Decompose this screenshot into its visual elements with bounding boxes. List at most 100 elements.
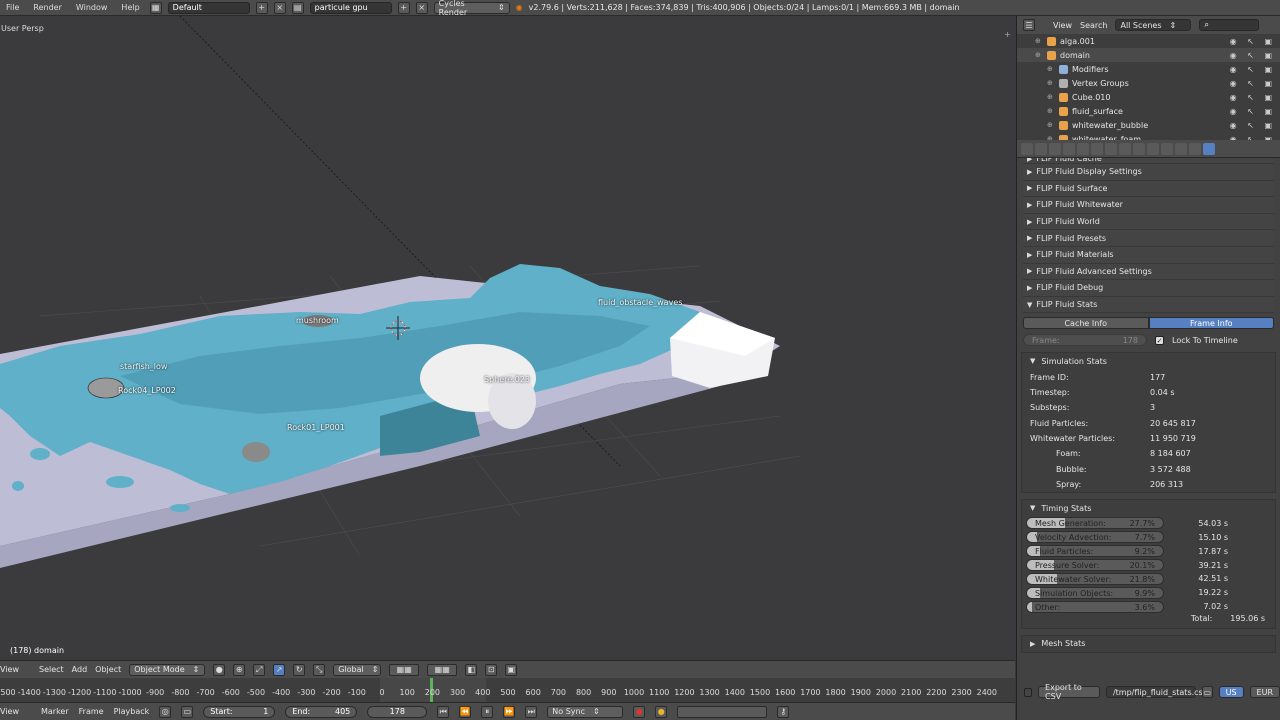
collapsed-panel-header[interactable]: ▶ FLIP Fluid Presets bbox=[1023, 230, 1274, 247]
close-layout-icon[interactable]: × bbox=[273, 1, 286, 14]
manipulator-icon[interactable]: ⤢ bbox=[253, 663, 266, 676]
expand-icon[interactable]: ⊕ bbox=[1047, 79, 1055, 87]
insert-key-icon[interactable]: ⚷ bbox=[777, 705, 790, 718]
visibility-icons[interactable]: ◉ ↖ ▣ bbox=[1230, 37, 1276, 46]
timeline[interactable]: -1500-1400-1300-1200-1100-1000-900-800-7… bbox=[0, 678, 1015, 702]
layout-field[interactable]: Default bbox=[167, 1, 250, 14]
sync-select[interactable]: No Sync ⇕ bbox=[547, 705, 624, 718]
lock-icon[interactable]: ◧ bbox=[465, 663, 478, 676]
timing-stats-header[interactable]: ▼ Timing Stats bbox=[1022, 500, 1275, 516]
expand-icon[interactable]: ⊕ bbox=[1035, 37, 1043, 45]
3d-viewport[interactable]: User Persp starfish_low Rock04_LP002 Roc… bbox=[0, 16, 1015, 660]
tl-frame-menu[interactable]: Frame bbox=[79, 707, 104, 716]
menu-render[interactable]: Render bbox=[29, 3, 65, 12]
visibility-icons[interactable]: ◉ ↖ ▣ bbox=[1230, 79, 1276, 88]
preview-range-icon[interactable]: ▭ bbox=[181, 705, 194, 718]
outliner-view-menu[interactable]: View bbox=[1053, 21, 1072, 30]
start-frame-field[interactable]: Start: 1 bbox=[203, 705, 276, 718]
collapsed-panel-header[interactable]: ▶ FLIP Fluid World bbox=[1023, 213, 1274, 231]
tl-playback-menu[interactable]: Playback bbox=[114, 707, 150, 716]
shading-solid-icon[interactable]: ● bbox=[213, 663, 226, 676]
world-tab-icon[interactable] bbox=[1077, 142, 1089, 155]
panel-flip-stats-header[interactable]: ▼ FLIP Fluid Stats bbox=[1023, 296, 1274, 314]
expand-icon[interactable]: ⊕ bbox=[1035, 51, 1043, 59]
outliner-item[interactable]: ⊕ domain ◉ ↖ ▣ bbox=[1017, 48, 1280, 62]
close-scene-icon[interactable]: × bbox=[415, 1, 428, 14]
visibility-icons[interactable]: ◉ ↖ ▣ bbox=[1230, 65, 1276, 74]
scale-icon[interactable]: ⤡ bbox=[313, 663, 326, 676]
expand-icon[interactable]: ⊕ bbox=[1047, 121, 1055, 129]
outliner-editor-icon[interactable]: ☰ bbox=[1023, 19, 1035, 31]
mode-select[interactable]: Object Mode ⇕ bbox=[129, 663, 206, 676]
add-menu[interactable]: Add bbox=[72, 665, 88, 674]
outliner-item[interactable]: ⊕ Vertex Groups ◉ ↖ ▣ bbox=[1017, 76, 1280, 90]
particles-tab-icon[interactable] bbox=[1175, 142, 1187, 155]
tab-frame-info[interactable]: Frame Info bbox=[1148, 317, 1274, 330]
view-menu[interactable]: View bbox=[0, 665, 19, 674]
visibility-icons[interactable]: ◉ ↖ ▣ bbox=[1230, 93, 1276, 102]
collapsed-panel-header[interactable]: ▶ FLIP Fluid Display Settings bbox=[1023, 164, 1274, 181]
visibility-icons[interactable]: ◉ ↖ ▣ bbox=[1230, 121, 1276, 130]
outliner-search-field[interactable]: ⌕ bbox=[1199, 19, 1260, 31]
material-tab-icon[interactable] bbox=[1147, 142, 1159, 155]
data-tab-icon[interactable] bbox=[1133, 142, 1145, 155]
tl-view-menu[interactable]: View bbox=[0, 707, 19, 716]
orientation-select[interactable]: Global ⇕ bbox=[333, 663, 382, 676]
folder-icon[interactable]: ▭ bbox=[1201, 686, 1213, 698]
frame-field[interactable]: Frame: 178 bbox=[1023, 334, 1147, 347]
timeline-ruler[interactable]: -1500-1400-1300-1200-1100-1000-900-800-7… bbox=[0, 688, 1015, 698]
pause-icon[interactable]: ⏸ bbox=[481, 705, 494, 718]
outliner-item[interactable]: ⊕ fluid_surface ◉ ↖ ▣ bbox=[1017, 104, 1280, 118]
display-mode-select[interactable]: All Scenes ⇕ bbox=[1115, 19, 1192, 31]
keying-set-field[interactable] bbox=[677, 705, 768, 718]
menu-file[interactable]: File bbox=[2, 3, 23, 12]
end-frame-field[interactable]: End: 405 bbox=[285, 705, 358, 718]
snap-icon[interactable]: ⊡ bbox=[485, 663, 498, 676]
add-scene-icon[interactable]: + bbox=[397, 1, 410, 14]
jump-start-icon[interactable]: ⏮ bbox=[437, 705, 450, 718]
render-layers-tab-icon[interactable] bbox=[1049, 142, 1061, 155]
render-tab-icon[interactable] bbox=[1035, 142, 1047, 155]
visibility-icons[interactable]: ◉ ↖ ▣ bbox=[1230, 51, 1276, 60]
keying-set-icon[interactable]: ● bbox=[655, 705, 668, 718]
layout-grid-icon[interactable]: ▦ bbox=[149, 1, 162, 14]
flip-fluid-tab-icon[interactable] bbox=[1203, 142, 1215, 155]
csv-path-field[interactable]: /tmp/flip_fluid_stats.csv bbox=[1105, 686, 1207, 698]
scene-tab-icon[interactable] bbox=[1063, 142, 1075, 155]
collapsed-panel-header[interactable]: ▶ FLIP Fluid Debug bbox=[1023, 280, 1274, 297]
outliner-item[interactable]: ⊕ Cube.010 ◉ ↖ ▣ bbox=[1017, 90, 1280, 104]
expand-icon[interactable]: ⊕ bbox=[1047, 65, 1055, 73]
scene-field[interactable]: particule gpu bbox=[309, 1, 392, 14]
object-tab-icon[interactable] bbox=[1091, 142, 1103, 155]
simulation-stats-header[interactable]: ▼ Simulation Stats bbox=[1022, 353, 1275, 369]
menu-window[interactable]: Window bbox=[72, 3, 112, 12]
layers-grid-icon[interactable]: ▦▦ bbox=[389, 663, 420, 676]
eur-format-button[interactable]: EUR bbox=[1249, 686, 1280, 698]
outliner-item[interactable]: ⊕ whitewater_bubble ◉ ↖ ▣ bbox=[1017, 118, 1280, 132]
expand-icon[interactable]: ⊕ bbox=[1047, 107, 1055, 115]
collapsed-panel-header[interactable]: ▶ FLIP Fluid Whitewater bbox=[1023, 197, 1274, 214]
collapsed-panel-header[interactable]: ▶ FLIP Fluid Advanced Settings bbox=[1023, 263, 1274, 281]
expand-icon[interactable]: ⊕ bbox=[1047, 93, 1055, 101]
lock-timeline-checkbox[interactable]: ✓ bbox=[1155, 335, 1164, 345]
constraints-tab-icon[interactable] bbox=[1105, 142, 1117, 155]
collapsed-panel-header[interactable]: ▶ FLIP Fluid Materials bbox=[1023, 246, 1274, 264]
translate-icon[interactable]: ↗ bbox=[273, 663, 286, 676]
mesh-stats-header[interactable]: ▶ Mesh Stats bbox=[1022, 636, 1275, 652]
auto-key-icon[interactable]: ● bbox=[633, 705, 646, 718]
viewport-corner-icon[interactable]: + bbox=[1004, 30, 1011, 39]
tl-marker-menu[interactable]: Marker bbox=[41, 707, 69, 716]
prev-key-icon[interactable]: ⏪ bbox=[459, 705, 472, 718]
scene-render[interactable] bbox=[0, 16, 1015, 660]
jump-end-icon[interactable]: ⏭ bbox=[525, 705, 538, 718]
rotate-icon[interactable]: ↻ bbox=[293, 663, 306, 676]
select-menu[interactable]: Select bbox=[39, 665, 64, 674]
scene-icon[interactable]: ▤ bbox=[291, 1, 304, 14]
texture-tab-icon[interactable] bbox=[1161, 142, 1173, 155]
export-csv-button[interactable]: Export to CSV bbox=[1038, 683, 1100, 701]
record-icon[interactable]: ◎ bbox=[159, 705, 172, 718]
menu-help[interactable]: Help bbox=[117, 3, 143, 12]
outliner-item[interactable]: ⊕ alga.001 ◉ ↖ ▣ bbox=[1017, 34, 1280, 48]
outliner-item[interactable]: ⊕ Modifiers ◉ ↖ ▣ bbox=[1017, 62, 1280, 76]
us-format-button[interactable]: US bbox=[1218, 686, 1244, 698]
